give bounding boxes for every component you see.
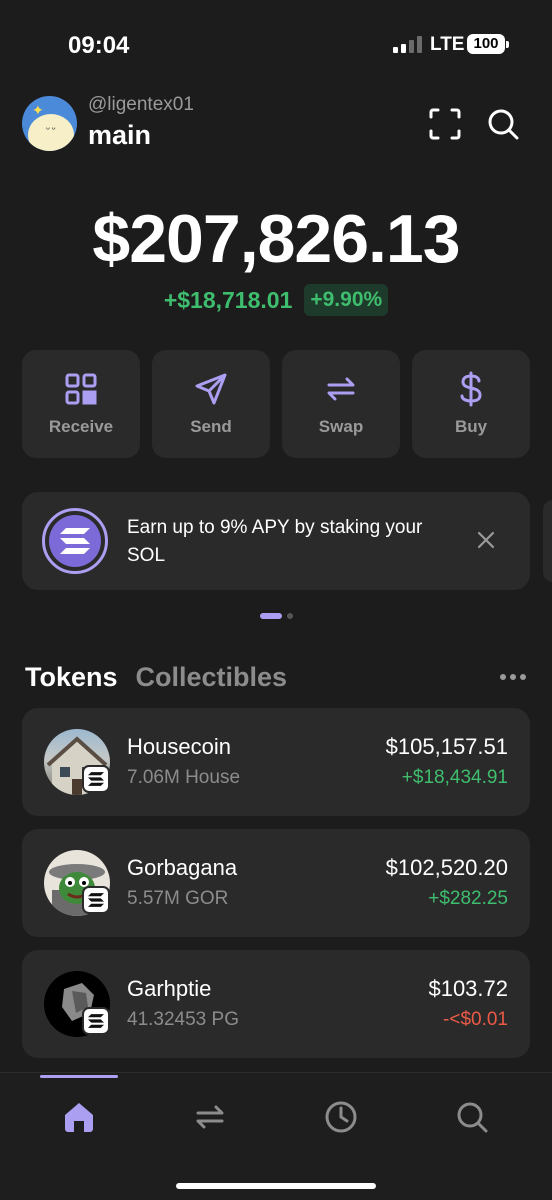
next-banner-peek[interactable] — [543, 500, 552, 582]
token-row-housecoin[interactable]: Housecoin 7.06M House $105,157.51 +$18,4… — [22, 708, 530, 816]
tab-tokens[interactable]: Tokens — [25, 662, 118, 693]
signal-icon — [393, 36, 422, 53]
account-name[interactable]: main — [88, 120, 151, 151]
token-value: $103.72 — [428, 976, 508, 1001]
swap-icon[interactable] — [192, 1099, 228, 1135]
solana-chain-badge-icon — [82, 765, 110, 793]
scan-icon[interactable] — [427, 106, 463, 142]
carousel-dot[interactable] — [286, 613, 293, 619]
status-time: 09:04 — [68, 32, 130, 59]
token-row-garhptie[interactable]: Garhptie 41.32453 PG $103.72 -<$0.01 — [22, 950, 530, 1058]
qr-code-icon — [65, 373, 97, 405]
banner-text: Earn up to 9% APY by staking your SOL — [127, 517, 423, 566]
buy-button[interactable]: Buy — [412, 350, 530, 458]
solana-chain-badge-icon — [82, 886, 110, 914]
home-icon[interactable] — [61, 1099, 97, 1135]
wallet-header: ✦ ᵕᵕ @ligentex01 main — [22, 94, 532, 154]
send-button[interactable]: Send — [152, 350, 270, 458]
carousel-dots — [0, 613, 552, 619]
account-handle[interactable]: @ligentex01 — [88, 94, 194, 116]
staking-banner[interactable]: Earn up to 9% APY by staking your SOL — [22, 492, 530, 590]
network-type: LTE — [430, 34, 465, 55]
token-change: +$18,434.91 — [401, 767, 508, 788]
receive-button[interactable]: Receive — [22, 350, 140, 458]
token-amount: 41.32453 PG — [127, 1009, 239, 1030]
swap-label: Swap — [318, 417, 364, 436]
nav-active-indicator — [40, 1075, 118, 1078]
solana-icon — [42, 508, 108, 574]
search-icon[interactable] — [454, 1099, 490, 1135]
history-icon[interactable] — [323, 1099, 359, 1135]
balance-change: +$18,718.01 +9.90% — [0, 284, 552, 316]
carousel-dot-active[interactable] — [259, 613, 282, 619]
token-name: Housecoin — [127, 734, 231, 759]
battery-icon: 100 — [467, 34, 509, 54]
more-options-icon[interactable] — [500, 674, 526, 680]
change-amount: +$18,718.01 — [163, 286, 293, 313]
avatar[interactable]: ✦ ᵕᵕ — [22, 96, 77, 151]
token-amount: 5.57M GOR — [127, 888, 229, 909]
search-icon[interactable] — [485, 106, 521, 142]
token-list: Housecoin 7.06M House $105,157.51 +$18,4… — [22, 708, 530, 1071]
tab-collectibles[interactable]: Collectibles — [136, 662, 288, 693]
swap-icon — [327, 377, 355, 401]
token-name: Garhptie — [127, 976, 212, 1001]
dollar-icon — [460, 371, 482, 407]
token-value: $102,520.20 — [385, 855, 508, 880]
home-indicator[interactable] — [176, 1183, 376, 1189]
token-amount: 7.06M House — [127, 767, 241, 788]
send-label: Send — [190, 417, 232, 436]
receive-label: Receive — [48, 417, 114, 436]
asset-tabs: Tokens Collectibles — [25, 662, 287, 693]
token-row-gorbagana[interactable]: Gorbagana 5.57M GOR $102,520.20 +$282.25 — [22, 829, 530, 937]
solana-chain-badge-icon — [82, 1007, 110, 1035]
total-balance: $207,826.13 — [92, 201, 460, 277]
bottom-nav — [0, 1072, 552, 1200]
token-value: $105,157.51 — [385, 734, 508, 759]
change-percent-badge: +9.90% — [304, 284, 389, 316]
send-icon — [195, 373, 227, 405]
token-change: -<$0.01 — [443, 1009, 508, 1030]
buy-label: Buy — [454, 417, 488, 436]
token-name: Gorbagana — [127, 855, 238, 880]
action-buttons: Receive Send Swap Buy — [22, 350, 530, 458]
close-icon[interactable] — [474, 528, 498, 552]
status-bar: 09:04 LTE 100 — [0, 0, 552, 90]
swap-button[interactable]: Swap — [282, 350, 400, 458]
token-change: +$282.25 — [428, 888, 508, 909]
